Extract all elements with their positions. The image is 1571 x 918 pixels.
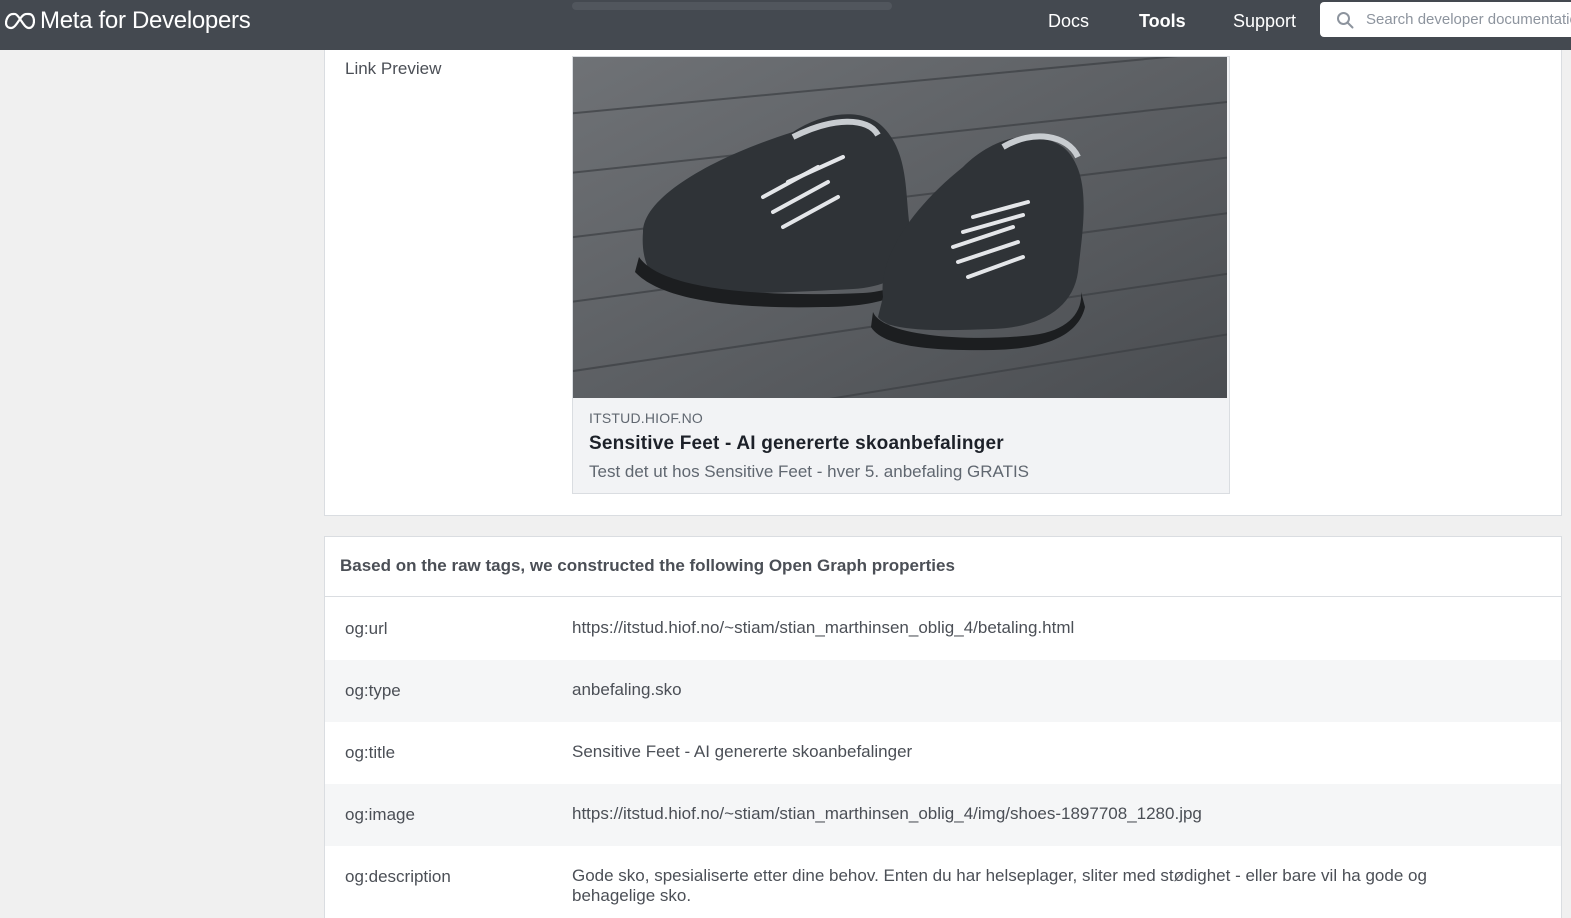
preview-description: Test det ut hos Sensitive Feet - hver 5.…	[589, 462, 1030, 481]
property-key: og:description	[345, 867, 451, 886]
top-navigation-bar: Meta for Developers Docs Tools Support	[0, 0, 1571, 50]
meta-logo-link[interactable]: Meta for Developers	[5, 7, 251, 34]
scrolled-content-remnant	[572, 2, 892, 10]
property-key: og:title	[345, 743, 396, 762]
table-row: og:title Sensitive Feet - AI genererte s…	[325, 722, 1561, 784]
table-row: og:description Gode sko, spesialiserte e…	[325, 846, 1561, 908]
property-key: og:url	[345, 619, 388, 638]
og-properties-heading: Based on the raw tags, we constructed th…	[340, 556, 955, 575]
preview-domain: ITSTUD.HIOF.NO	[589, 410, 704, 426]
property-value: Sensitive Feet - AI genererte skoanbefal…	[572, 742, 913, 761]
og-properties-panel: Based on the raw tags, we constructed th…	[324, 536, 1562, 918]
preview-image	[573, 57, 1227, 398]
link-preview-panel: Link Preview ITSTUD.HIOF.NO Sensitive Fe…	[324, 50, 1562, 516]
search-icon	[1337, 11, 1354, 28]
logo-text: Meta for Developers	[40, 7, 251, 34]
property-key: og:image	[345, 805, 415, 824]
preview-title: Sensitive Feet - AI genererte skoanbefal…	[589, 433, 1004, 454]
meta-infinity-icon	[5, 12, 35, 30]
search-input[interactable]	[1366, 11, 1571, 28]
link-preview-card[interactable]: ITSTUD.HIOF.NO Sensitive Feet - AI gener…	[572, 56, 1230, 494]
property-value: https://itstud.hiof.no/~stiam/stian_mart…	[572, 804, 1202, 823]
property-value: anbefaling.sko	[572, 680, 682, 699]
property-value: Gode sko, spesialiserte etter dine behov…	[572, 866, 1427, 905]
table-row: og:type anbefaling.sko	[325, 660, 1561, 722]
link-preview-label: Link Preview	[345, 59, 442, 78]
table-row: og:image https://itstud.hiof.no/~stiam/s…	[325, 784, 1561, 846]
og-properties-header: Based on the raw tags, we constructed th…	[325, 537, 1561, 597]
shoes-photo-icon	[573, 57, 1227, 398]
table-row: og:url https://itstud.hiof.no/~stiam/sti…	[325, 598, 1561, 660]
search-box[interactable]	[1320, 2, 1571, 37]
property-value: https://itstud.hiof.no/~stiam/stian_mart…	[572, 618, 1075, 637]
property-key: og:type	[345, 681, 401, 700]
nav-tools-link[interactable]: Tools	[1139, 11, 1186, 31]
nav-docs-link[interactable]: Docs	[1048, 11, 1089, 31]
nav-support-link[interactable]: Support	[1233, 11, 1296, 31]
